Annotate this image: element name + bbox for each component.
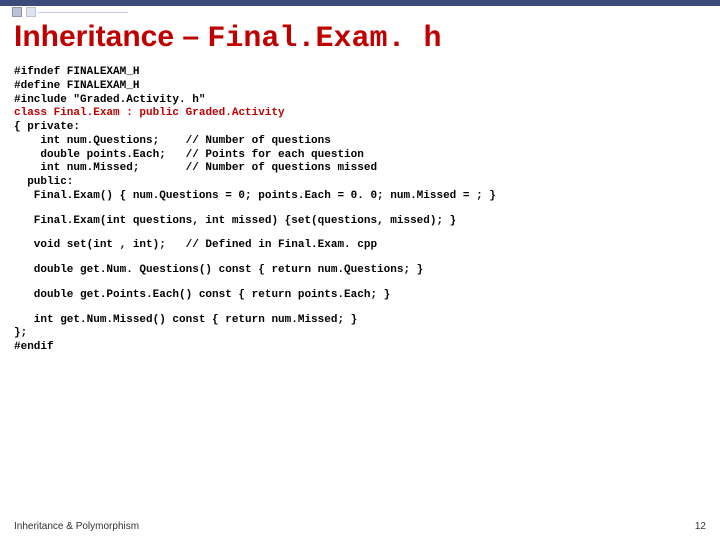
code-line: { private:	[14, 121, 80, 133]
code-line: public:	[14, 176, 73, 188]
code-line-class-decl: class Final.Exam : public	[14, 107, 186, 119]
code-blank-line	[14, 228, 706, 239]
code-blank-line	[14, 303, 706, 314]
decor-square-2	[26, 7, 36, 17]
code-line: #endif	[14, 341, 54, 353]
code-line: #include "Graded.Activity. h"	[14, 94, 205, 106]
decor-square-1	[12, 7, 22, 17]
slide-title: Inheritance – Final.Exam. h	[14, 20, 706, 56]
code-line: };	[14, 327, 27, 339]
code-line: void set(int , int); // Defined in Final…	[14, 239, 377, 251]
code-line: int num.Questions; // Number of question…	[14, 135, 331, 147]
code-line: double get.Num. Questions() const { retu…	[14, 264, 423, 276]
slide-container: Inheritance – Final.Exam. h #ifndef FINA…	[0, 0, 720, 540]
code-line: int num.Missed; // Number of questions m…	[14, 162, 377, 174]
page-number: 12	[695, 521, 706, 532]
code-line-base-class: Graded.Activity	[186, 107, 285, 119]
code-line: #ifndef FINALEXAM_H	[14, 66, 139, 78]
code-blank-line	[14, 253, 706, 264]
title-text-mono: Final.Exam. h	[207, 22, 441, 56]
code-line: #define FINALEXAM_H	[14, 80, 139, 92]
code-line: Final.Exam(int questions, int missed) {s…	[14, 215, 456, 227]
footer-left-text: Inheritance & Polymorphism	[14, 521, 139, 532]
code-blank-line	[14, 204, 706, 215]
code-line: double points.Each; // Points for each q…	[14, 149, 364, 161]
title-dash: –	[174, 20, 207, 53]
code-block: #ifndef FINALEXAM_H #define FINALEXAM_H …	[14, 66, 706, 355]
title-text-plain: Inheritance	[14, 20, 174, 53]
code-line: double get.Points.Each() const { return …	[14, 289, 390, 301]
code-line: Final.Exam() { num.Questions = 0; points…	[14, 190, 496, 202]
top-border-bar	[0, 0, 720, 6]
code-blank-line	[14, 278, 706, 289]
code-line: int get.Num.Missed() const { return num.…	[14, 314, 357, 326]
decor-line	[38, 12, 128, 13]
